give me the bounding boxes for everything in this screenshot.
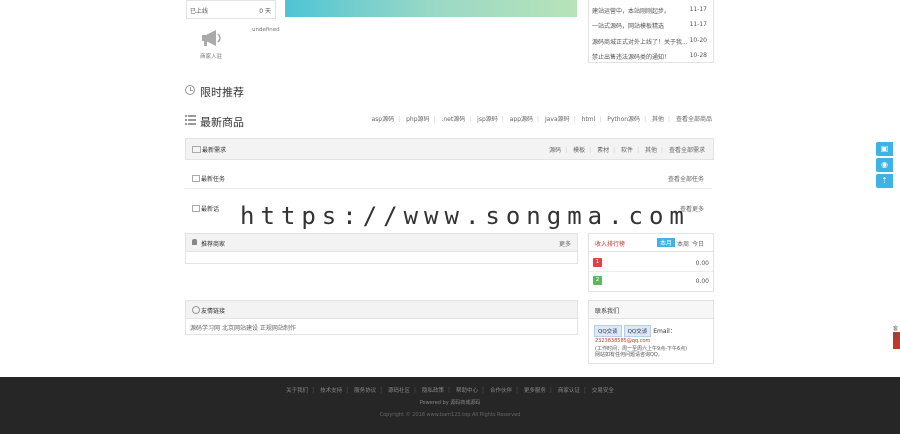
friend-links-panel: 友情链接 源码学习网 北京网站建设 正规网站制作 [185, 300, 578, 335]
service-float-label: 客服 [893, 326, 899, 339]
clock-icon [185, 85, 195, 95]
demand-tab-template[interactable]: 模板 [573, 147, 585, 154]
footer-powered: Powered by 源码商城源码 [419, 400, 481, 406]
tag-other[interactable]: 其他 [652, 116, 664, 123]
tag-app[interactable]: app源码 [510, 116, 533, 123]
doc-icon [192, 205, 200, 212]
news-title: 源码商城正式对外上线了！关于我... [592, 39, 688, 46]
rank-row: 1 0.00 [593, 258, 709, 267]
newest-title: 最新商品 [200, 116, 244, 129]
news-item[interactable]: 一站式源码，网站模板精选 11-17 [592, 21, 710, 30]
footer-link[interactable]: 关于我们 [286, 388, 308, 394]
news-title: 一站式源码，网站模板精选 [592, 23, 665, 30]
news-item[interactable]: 建站运营中，本站刚刚起步。 11-17 [592, 6, 710, 15]
friend-title: 友情链接 [201, 308, 226, 315]
tag-java[interactable]: Java源码 [545, 116, 570, 123]
news-date: 10-20 [689, 37, 707, 44]
demand-tab-material[interactable]: 素材 [597, 147, 609, 154]
tag-jsp[interactable]: jsp源码 [477, 116, 498, 123]
email-address[interactable]: 2323838585@qq.com [595, 338, 650, 344]
footer-link[interactable]: 服务协议 [354, 388, 376, 394]
footer: 关于我们 | 技术支持 | 服务协议 | 源码社区 | 隐私政策 | 帮助中心 | 合作伙伴… [0, 377, 900, 434]
demand-tab-source[interactable]: 源码 [549, 147, 561, 154]
news-date: 10-28 [689, 52, 707, 59]
rank-value: 0.00 [695, 278, 709, 285]
merchant-join-link[interactable]: 商家入驻 [200, 52, 222, 60]
footer-link[interactable]: 更多服务 [524, 388, 546, 394]
user-icon [192, 239, 197, 245]
megaphone-icon[interactable] [200, 28, 226, 48]
footer-link[interactable]: 交易安全 [592, 388, 614, 394]
footer-link[interactable]: 商家认证 [558, 388, 580, 394]
eye-icon[interactable]: ◉ [876, 158, 893, 172]
cart-icon[interactable]: ▣ [876, 142, 893, 156]
demand-tab-software[interactable]: 软件 [621, 147, 633, 154]
banner-image [285, 0, 577, 17]
task-more-link[interactable]: 查看全部任务 [668, 174, 704, 183]
friend-link[interactable]: 正规网站制作 [260, 325, 296, 332]
friend-link-list: 源码学习网 北京网站建设 正规网站制作 [190, 323, 296, 332]
email-label: Email： [653, 328, 676, 335]
rank-value: 0.00 [695, 260, 709, 267]
task-title: 最新任务 [201, 176, 226, 183]
tag-all[interactable]: 查看全部商品 [676, 116, 712, 123]
footer-link[interactable]: 源码社区 [388, 388, 410, 394]
tag-python[interactable]: Python源码 [607, 116, 640, 123]
rank-tab-week[interactable]: 本周 [677, 239, 689, 248]
contact-note: 网站如有任何问题请咨询QQ。 [595, 352, 663, 358]
recent-title: 最新话 [201, 206, 220, 213]
newest-tags: asp源码 | php源码 | .net源码 | jsp源码 | app源码 | Java… [371, 116, 713, 123]
news-item[interactable]: 禁止出售违法源码类的通知！ 10-28 [592, 52, 710, 61]
tag-asp[interactable]: asp源码 [372, 116, 395, 123]
limited-title: 限时推荐 [200, 86, 244, 99]
footer-link[interactable]: 合作伙伴 [490, 388, 512, 394]
demand-tab-other[interactable]: 其他 [645, 147, 657, 154]
rank-panel: 收入排行榜 本月 本周 今日 1 0.00 2 0.00 [588, 233, 714, 292]
footer-copyright: Copyright © 2018 www.bam123.top All Righ… [379, 412, 521, 418]
online-days-box: 已上线 0 天 [186, 0, 276, 19]
footer-link[interactable]: 技术支持 [320, 388, 342, 394]
task-header: 最新任务 查看全部任务 [185, 168, 712, 189]
shops-title: 推荐商家 [201, 241, 226, 248]
news-list: 建站运营中，本站刚刚起步。 11-17 一站式源码，网站模板精选 11-17 源… [588, 0, 714, 63]
footer-link[interactable]: 隐私政策 [422, 388, 444, 394]
demand-tabs: 源码 | 模板 | 素材 | 软件 | 其他 | 查看全部需求 [549, 147, 705, 154]
rank-tab-today[interactable]: 今日 [692, 239, 704, 248]
demand-tab-all[interactable]: 查看全部需求 [669, 147, 705, 154]
rank-title: 收入排行榜 [595, 241, 626, 248]
undefined-text: undefined [252, 27, 280, 33]
rank-row: 2 0.00 [593, 276, 709, 285]
online-days-label: 已上线 [190, 8, 209, 15]
demand-header: 最新需求 源码 | 模板 | 素材 | 软件 | 其他 | 查看全部需求 [185, 138, 714, 160]
news-title: 禁止出售违法源码类的通知！ [592, 54, 671, 61]
online-days-value: 0 天 [259, 8, 271, 15]
shops-panel: 推荐商家 更多 [185, 233, 578, 264]
contact-title: 联系我们 [595, 308, 620, 315]
list-icon [185, 114, 196, 125]
demand-title: 最新需求 [202, 147, 227, 154]
news-item[interactable]: 源码商城正式对外上线了！关于我... 10-20 [592, 37, 710, 46]
news-date: 11-17 [689, 6, 707, 13]
footer-link[interactable]: 帮助中心 [456, 388, 478, 394]
link-icon [192, 306, 200, 314]
doc-icon [192, 146, 201, 153]
footer-links: 关于我们 | 技术支持 | 服务协议 | 源码社区 | 隐私政策 | 帮助中心 | 合作伙伴… [286, 387, 614, 394]
shops-more-link[interactable]: 更多 [559, 239, 571, 248]
qq-chat-button[interactable]: QQ交谈 [623, 325, 652, 337]
tag-net[interactable]: .net源码 [441, 116, 465, 123]
doc-icon [192, 175, 200, 182]
rank-badge: 1 [593, 258, 602, 267]
news-title: 建站运营中，本站刚刚起步。 [592, 8, 671, 15]
arrow-up-icon[interactable]: ⇡ [876, 174, 893, 188]
contact-panel: 联系我们 QQ交谈 QQ交谈 Email： 2323838585@qq.com … [588, 300, 714, 364]
tag-php[interactable]: php源码 [406, 116, 429, 123]
qq-chat-button[interactable]: QQ交谈 [594, 325, 622, 337]
watermark-text: https://www.songma.com [240, 202, 690, 230]
rank-badge: 2 [593, 276, 602, 285]
friend-link[interactable]: 北京网站建设 [222, 325, 258, 332]
tag-html[interactable]: html [582, 116, 596, 123]
friend-link[interactable]: 源码学习网 [190, 325, 220, 332]
news-date: 11-17 [689, 21, 707, 28]
rank-tab-month[interactable]: 本月 [657, 238, 676, 247]
